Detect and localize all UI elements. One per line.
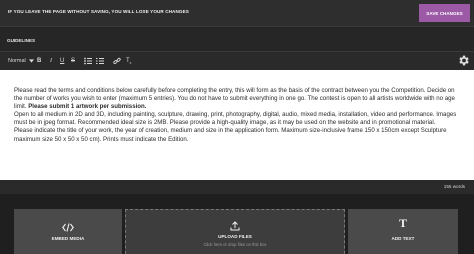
embed-media-label: EMBED MEDIA [51, 236, 85, 241]
strikethrough-icon[interactable]: S [71, 56, 75, 66]
format-select[interactable]: Normal [8, 56, 34, 66]
upload-hint: Click here or drop files on this box [203, 242, 267, 247]
link-icon[interactable] [113, 57, 121, 65]
add-block-area: EMBED MEDIA UPLOAD FILES Click here or d… [0, 194, 474, 254]
section-header: GUIDELINES [0, 26, 474, 51]
save-changes-button[interactable]: SAVE CHANGES [419, 4, 470, 22]
upload-files-label: UPLOAD FILES [218, 234, 252, 239]
paragraph-1: Please read the terms and conditions bel… [14, 87, 455, 111]
format-select-value: Normal [8, 58, 26, 64]
rich-text-editor[interactable]: Please read the terms and conditions bel… [0, 70, 474, 180]
word-count: 155 words [443, 184, 465, 189]
clear-format-icon[interactable]: Tx [126, 56, 131, 68]
bullet-list-icon[interactable] [84, 57, 92, 65]
paragraph-2: Open to all medium in 2D and 3D, includi… [14, 111, 457, 127]
chevron-down-icon [28, 59, 34, 63]
embed-media-button[interactable]: EMBED MEDIA [14, 209, 122, 254]
paragraph-3: Please indicate the title of your work, … [14, 127, 447, 143]
editor-page: IF YOU LEAVE THE PAGE WITHOUT SAVING, YO… [0, 0, 474, 254]
underline-icon[interactable]: U [60, 56, 64, 66]
upload-files-dropzone[interactable]: UPLOAD FILES Click here or drop files on… [125, 209, 345, 254]
section-title: GUIDELINES [7, 38, 36, 43]
add-text-button[interactable]: T ADD TEXT [348, 209, 458, 254]
add-text-label: ADD TEXT [391, 236, 415, 241]
guidelines-text: Please read the terms and conditions bel… [14, 87, 460, 144]
code-icon [62, 219, 74, 237]
text-icon: T [398, 216, 408, 230]
unsaved-warning-bar: IF YOU LEAVE THE PAGE WITHOUT SAVING, YO… [0, 0, 474, 26]
bold-instruction: Please submit 1 artwork per submission. [28, 103, 147, 111]
word-count-bar: 155 words [0, 180, 474, 194]
bold-icon[interactable]: B [37, 56, 41, 66]
unsaved-warning-text: IF YOU LEAVE THE PAGE WITHOUT SAVING, YO… [8, 9, 189, 14]
italic-icon[interactable]: I [50, 56, 52, 66]
numbered-list-icon[interactable] [96, 57, 104, 65]
editor-toolbar: Normal B I U S Tx [0, 51, 474, 70]
